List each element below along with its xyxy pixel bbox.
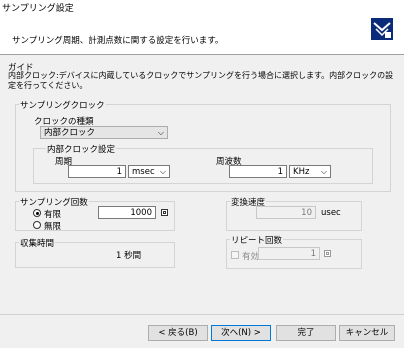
header-description: サンプリング周期、計測点数に関する設定を行います。	[12, 36, 224, 46]
footer-divider	[0, 314, 404, 315]
finite-radio[interactable]	[33, 209, 41, 217]
internal-clock-label: 内部クロック設定	[46, 143, 117, 155]
finite-label: 有限	[44, 210, 62, 220]
wizard-logo-icon	[371, 18, 393, 40]
cancel-button[interactable]: キャンセル	[339, 325, 395, 341]
frequency-unit-value: KHz	[293, 167, 310, 177]
collection-time-label: 収集時間	[19, 237, 56, 249]
back-button[interactable]: < 戻る(B)	[148, 325, 208, 341]
repeat-count-input: 1	[258, 247, 320, 260]
period-unit-select[interactable]: msec ⌵	[128, 165, 170, 178]
title-bar: サンプリング設定	[0, 0, 404, 14]
repeat-enable-label: 有効	[242, 252, 260, 262]
conversion-speed-unit: usec	[321, 208, 341, 218]
frequency-input[interactable]: 1	[229, 165, 287, 178]
repeat-count-spin-icon	[324, 250, 331, 257]
sampling-count-spin-icon[interactable]	[161, 209, 168, 216]
period-unit-value: msec	[132, 167, 155, 177]
window-title: サンプリング設定	[2, 4, 74, 14]
finish-button[interactable]: 完了	[276, 325, 336, 341]
frequency-unit-select[interactable]: KHz ⌵	[289, 165, 331, 178]
clock-type-value: 内部クロック	[44, 128, 96, 138]
conversion-speed-input: 10	[256, 206, 316, 219]
clock-type-select[interactable]: 内部クロック ⌵	[40, 126, 168, 139]
sampling-clock-label: サンプリングクロック	[19, 99, 106, 111]
infinite-radio[interactable]	[33, 221, 41, 229]
chevron-down-icon: ⌵	[159, 167, 166, 176]
next-button[interactable]: 次へ(N) >	[211, 325, 271, 341]
chevron-down-icon: ⌵	[320, 167, 327, 176]
chevron-down-icon: ⌵	[157, 128, 164, 137]
sampling-count-input[interactable]: 1000	[98, 206, 156, 219]
repeat-enable-checkbox[interactable]	[231, 251, 239, 259]
sampling-count-label: サンプリング回数	[19, 196, 89, 208]
guide-text-line2: 定を行ってください。	[8, 81, 88, 90]
repeat-count-label: リピート回数	[230, 234, 284, 246]
period-input[interactable]: 1	[68, 165, 126, 178]
collection-time-value: 1 秒間	[116, 251, 142, 261]
infinite-label: 無限	[44, 222, 62, 232]
